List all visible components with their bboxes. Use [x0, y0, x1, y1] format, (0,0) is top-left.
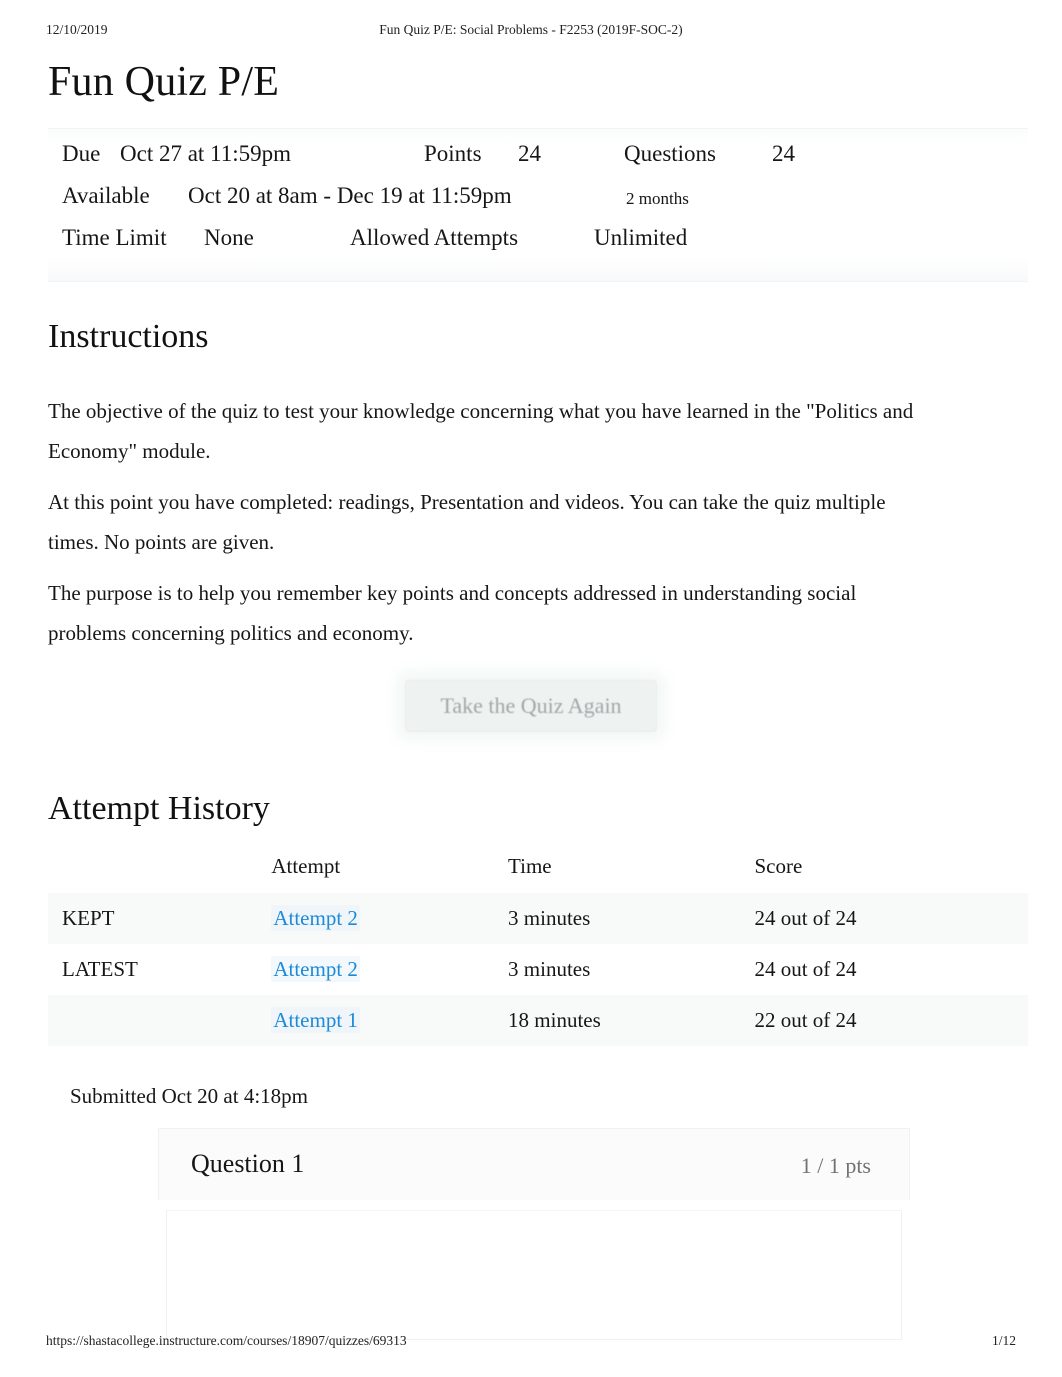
attempt-history-header-row: Attempt Time Score [48, 850, 1028, 893]
table-row: Attempt 1 18 minutes 22 out of 24 [48, 995, 1028, 1046]
due-value: Oct 27 at 11:59pm [120, 141, 291, 166]
spacer-cell [754, 1046, 1028, 1072]
points-label: Points [424, 141, 482, 166]
allowed-attempts-value: Unlimited [594, 225, 688, 250]
attempt-history-heading: Attempt History [48, 790, 270, 827]
take-quiz-again-button[interactable]: Take the Quiz Again [405, 680, 657, 732]
questions-label: Questions [624, 141, 716, 166]
instructions-paragraph-1: The objective of the quiz to test your k… [48, 399, 914, 463]
column-header-flag [48, 850, 271, 893]
print-footer-page: 1/12 [991, 1333, 1016, 1348]
question-points: 1 / 1 pts [800, 1153, 871, 1178]
print-header-title: Fun Quiz P/E: Social Problems - F2253 (2… [379, 22, 683, 37]
attempt-row-link-cell: Attempt 1 [271, 995, 508, 1046]
question-label: Question 1 [191, 1149, 305, 1178]
table-row-spacer [48, 1046, 1028, 1072]
take-quiz-again-container: Take the Quiz Again [0, 680, 1062, 732]
question-card-body [166, 1210, 902, 1340]
attempt-row-time: 3 minutes [508, 957, 591, 981]
print-header: 12/10/2019 Fun Quiz P/E: Social Problems… [0, 22, 1062, 44]
attempt-row-link-cell: Attempt 2 [271, 893, 508, 944]
attempt-row-time: 18 minutes [508, 1008, 601, 1032]
attempt-link[interactable]: Attempt 2 [271, 956, 360, 982]
attempt-link[interactable]: Attempt 1 [271, 1007, 360, 1033]
quiz-meta-row-due: Due Oct 27 at 11:59pm Points 24 Question… [48, 141, 1028, 183]
points-value: 24 [518, 141, 541, 166]
instructions-paragraph-2: At this point you have completed: readin… [48, 490, 886, 554]
attempt-row-time: 3 minutes [508, 906, 591, 930]
page-title: Fun Quiz P/E [48, 59, 280, 105]
instructions-paragraph-3: The purpose is to help you remember key … [48, 581, 857, 645]
question-card-header: Question 1 1 / 1 pts [158, 1128, 910, 1200]
attempt-row-score: 24 out of 24 [754, 957, 857, 981]
submitted-timestamp: Submitted Oct 20 at 4:18pm [70, 1084, 308, 1108]
print-footer: https://shastacollege.instructure.com/co… [0, 1333, 1062, 1353]
spacer-cell [271, 1046, 508, 1072]
attempt-history-head: Attempt Time Score [48, 850, 1028, 893]
column-header-score: Score [754, 854, 803, 878]
attempt-row-link-cell: Attempt 2 [271, 944, 508, 995]
attempt-row-score: 22 out of 24 [754, 1008, 857, 1032]
column-header-time: Time [508, 854, 552, 878]
quiz-meta-row-available: Available Oct 20 at 8am - Dec 19 at 11:5… [48, 183, 1028, 225]
allowed-attempts-label: Allowed Attempts [350, 225, 519, 250]
time-limit-value: None [204, 225, 254, 250]
spacer-cell [48, 1046, 271, 1072]
attempt-history-table: Attempt Time Score KEPT Attempt 2 3 minu… [48, 850, 1028, 1072]
attempt-history-body: KEPT Attempt 2 3 minutes 24 out of 24 LA… [48, 893, 1028, 1072]
quiz-meta-row-limits: Time Limit None Allowed Attempts Unlimit… [48, 225, 1028, 259]
table-row: LATEST Attempt 2 3 minutes 24 out of 24 [48, 944, 1028, 995]
attempt-row-flag: KEPT [62, 906, 115, 930]
attempt-row-flag: LATEST [62, 957, 138, 981]
available-duration: 2 months [626, 189, 689, 208]
available-value: Oct 20 at 8am - Dec 19 at 11:59pm [188, 183, 512, 208]
question-card: Question 1 1 / 1 pts [158, 1128, 910, 1340]
instructions-heading: Instructions [48, 318, 209, 355]
questions-value: 24 [772, 141, 795, 166]
spacer-cell [508, 1046, 754, 1072]
attempt-row-flag [48, 995, 271, 1046]
table-row: KEPT Attempt 2 3 minutes 24 out of 24 [48, 893, 1028, 944]
available-label: Available [62, 183, 150, 208]
column-header-attempt: Attempt [271, 854, 341, 878]
attempt-row-score: 24 out of 24 [754, 906, 857, 930]
attempt-link[interactable]: Attempt 2 [271, 905, 360, 931]
quiz-meta-box: Due Oct 27 at 11:59pm Points 24 Question… [48, 128, 1028, 282]
due-label: Due [62, 141, 101, 166]
time-limit-label: Time Limit [62, 225, 167, 250]
print-footer-url: https://shastacollege.instructure.com/co… [46, 1333, 407, 1348]
